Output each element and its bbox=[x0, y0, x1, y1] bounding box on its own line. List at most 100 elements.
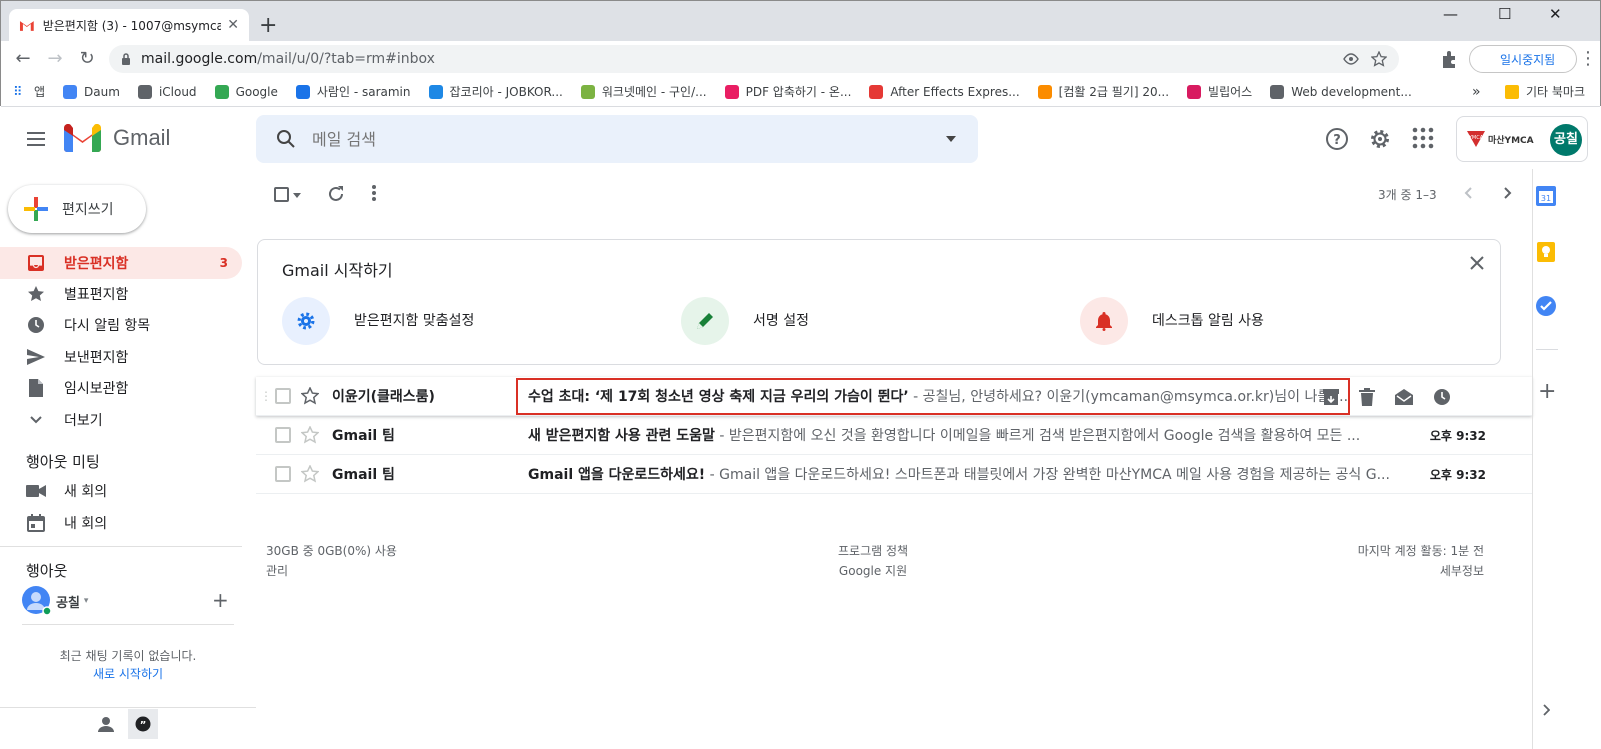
get-addons-plus-icon[interactable]: + bbox=[1538, 379, 1556, 404]
bookmark-item[interactable]: Daum bbox=[63, 84, 120, 99]
browser-menu-icon[interactable]: ⋮ bbox=[1578, 49, 1598, 69]
new-tab-button[interactable]: + bbox=[259, 13, 277, 38]
star-icon bbox=[26, 284, 46, 304]
gs-customize-inbox[interactable]: 받은편지함 맞춤설정 bbox=[282, 297, 494, 345]
email-checkbox[interactable] bbox=[275, 466, 291, 482]
settings-gear-icon[interactable] bbox=[1368, 127, 1392, 151]
calendar-app-icon[interactable]: 31 bbox=[1536, 186, 1556, 206]
bookmark-star-icon[interactable] bbox=[1371, 51, 1387, 67]
nav-sent[interactable]: 보낸편지함 bbox=[0, 341, 242, 373]
minimize-button[interactable]: — bbox=[1443, 5, 1458, 23]
nav-more[interactable]: 더보기 bbox=[0, 404, 242, 436]
storage-info: 30GB 중 0GB(0%) 사용 관리 bbox=[266, 541, 397, 581]
star-icon[interactable] bbox=[301, 387, 319, 405]
new-conversation-add-icon[interactable]: + bbox=[212, 588, 229, 612]
bookmark-item[interactable]: 워크넷메인 - 구인/... bbox=[580, 83, 707, 100]
bookmarks-more-button[interactable]: » bbox=[1472, 84, 1481, 100]
email-sender: 이윤기(클래스룸) bbox=[332, 389, 435, 405]
google-support-link[interactable]: Google 지원 bbox=[838, 561, 908, 581]
email-row[interactable]: ⋮⋮ 이윤기(클래스룸) 수업 초대: ‘제 17회 청소년 영상 축제 지금 우리… bbox=[256, 377, 1532, 416]
email-row[interactable]: Gmail 팀 Gmail 앱을 다운로드하세요! - Gmail 앱을 다운로드… bbox=[256, 455, 1532, 494]
bookmark-item[interactable]: PDF 압축하기 - 온... bbox=[724, 83, 851, 100]
mark-as-read-icon[interactable] bbox=[1394, 388, 1414, 406]
archive-icon[interactable] bbox=[1322, 388, 1340, 406]
account-avatar[interactable]: 공칠 bbox=[1550, 124, 1582, 156]
email-time: 오후 9:32 bbox=[1429, 467, 1486, 482]
draft-icon bbox=[26, 378, 46, 398]
meet-new-meeting[interactable]: 새 회의 bbox=[0, 475, 242, 507]
star-icon[interactable] bbox=[301, 426, 319, 444]
hangouts-tab[interactable]: ” bbox=[128, 709, 158, 739]
help-icon[interactable]: ? bbox=[1325, 127, 1349, 151]
bookmark-item[interactable]: 빌립어스 bbox=[1187, 83, 1252, 100]
star-icon[interactable] bbox=[301, 465, 319, 483]
bookmark-item[interactable]: 잡코리아 - JOBKOR... bbox=[428, 83, 563, 100]
address-bar[interactable]: mail.google.com/mail/u/0/?tab=rm#inbox bbox=[109, 45, 1399, 73]
email-sender: Gmail 팀 bbox=[332, 467, 395, 483]
bookmark-favicon-icon bbox=[295, 84, 310, 99]
search-bar[interactable] bbox=[256, 115, 978, 163]
extensions-icon[interactable] bbox=[1441, 50, 1457, 68]
apps-grid-icon[interactable] bbox=[1412, 127, 1434, 149]
next-page-icon[interactable] bbox=[1504, 187, 1512, 199]
search-icon[interactable] bbox=[276, 129, 296, 149]
gs-set-signature[interactable]: 서명 설정 bbox=[681, 297, 893, 345]
tasks-app-icon[interactable] bbox=[1536, 296, 1556, 316]
search-options-icon[interactable] bbox=[946, 136, 956, 142]
gmail-logo[interactable]: Gmail bbox=[64, 124, 170, 152]
bookmarks-bar: ⠿ 앱 Daum iCloud Google 사람인 - saramin 잡코리아 - JO… bbox=[1, 77, 1600, 107]
start-new-chat-link[interactable]: 새로 시작하기 bbox=[0, 665, 256, 683]
manage-link[interactable]: 관리 bbox=[266, 561, 397, 581]
bookmark-item[interactable]: After Effects Expres... bbox=[869, 84, 1020, 99]
forward-button[interactable]: → bbox=[45, 49, 65, 69]
keep-app-icon[interactable] bbox=[1537, 242, 1555, 262]
browser-tab[interactable]: 받은편지함 (3) - 1007@msymca... ✕ bbox=[9, 9, 249, 41]
nav-drafts[interactable]: 임시보관함 bbox=[0, 372, 242, 404]
back-button[interactable]: ← bbox=[13, 49, 33, 69]
status-dropdown-icon[interactable]: ▾ bbox=[84, 596, 89, 606]
account-switcher[interactable]: YMCA 마산YMCA 공칠 bbox=[1456, 116, 1588, 162]
close-window-button[interactable]: ✕ bbox=[1549, 5, 1562, 23]
hangouts-user[interactable]: 공칠 ▾ bbox=[22, 586, 88, 616]
program-policy-link[interactable]: 프로그램 정책 bbox=[838, 541, 908, 561]
nav-snoozed[interactable]: 다시 알림 항목 bbox=[0, 309, 242, 341]
bookmark-item[interactable]: Web development... bbox=[1270, 84, 1412, 99]
browser-chrome: 받은편지함 (3) - 1007@msymca... ✕ + — ☐ ✕ ← →… bbox=[0, 0, 1601, 107]
compose-button[interactable]: 편지쓰기 bbox=[8, 185, 146, 233]
profile-paused-button[interactable]: 일시중지됨 bbox=[1469, 45, 1577, 73]
delete-trash-icon[interactable] bbox=[1359, 387, 1375, 406]
close-icon[interactable] bbox=[1470, 256, 1484, 270]
sidebar: 편지쓰기 받은편지함 3 별표편지함 다시 알림 항목 보낸편지함 임시보관함 … bbox=[0, 169, 256, 749]
bookmark-item[interactable]: Google bbox=[214, 84, 278, 99]
nav-starred[interactable]: 별표편지함 bbox=[0, 278, 242, 310]
snooze-clock-icon[interactable] bbox=[1433, 388, 1451, 406]
select-all-checkbox[interactable] bbox=[274, 187, 289, 202]
gs-desktop-notifications[interactable]: 데스크톱 알림 사용 bbox=[1080, 297, 1292, 345]
bookmark-favicon-icon bbox=[724, 84, 739, 99]
bookmark-item[interactable]: ⠿ 앱 bbox=[13, 83, 45, 100]
search-input[interactable] bbox=[312, 129, 912, 149]
bookmark-item[interactable]: iCloud bbox=[137, 84, 197, 99]
prev-page-icon[interactable] bbox=[1464, 187, 1472, 199]
eye-icon[interactable] bbox=[1343, 53, 1359, 65]
svg-text:YMCA: YMCA bbox=[1468, 135, 1484, 141]
refresh-icon[interactable] bbox=[327, 185, 345, 203]
email-checkbox[interactable] bbox=[275, 388, 291, 404]
maximize-button[interactable]: ☐ bbox=[1498, 5, 1511, 23]
expand-panel-chevron-icon[interactable] bbox=[1543, 704, 1550, 716]
email-checkbox[interactable] bbox=[275, 427, 291, 443]
more-vertical-icon[interactable] bbox=[372, 185, 376, 201]
reload-button[interactable]: ↻ bbox=[77, 49, 97, 69]
contacts-person-icon[interactable] bbox=[98, 716, 114, 732]
bookmark-item[interactable]: [컴활 2급 필기] 20... bbox=[1037, 83, 1169, 100]
main-menu-icon[interactable] bbox=[24, 127, 48, 151]
nav-inbox[interactable]: 받은편지함 3 bbox=[0, 247, 242, 279]
meet-my-meetings[interactable]: 내 회의 bbox=[0, 507, 242, 539]
tab-close-icon[interactable]: ✕ bbox=[227, 17, 239, 33]
bookmark-item[interactable]: 사람인 - saramin bbox=[295, 83, 411, 100]
details-link[interactable]: 세부정보 bbox=[1274, 561, 1484, 581]
other-bookmarks-folder[interactable]: 기타 북마크 bbox=[1505, 83, 1585, 100]
email-row[interactable]: Gmail 팀 새 받은편지함 사용 관련 도움말 - 받은편지함에 오신 것을 … bbox=[256, 416, 1532, 455]
select-dropdown-icon[interactable] bbox=[293, 193, 301, 198]
gmail-favicon-icon bbox=[19, 21, 34, 31]
